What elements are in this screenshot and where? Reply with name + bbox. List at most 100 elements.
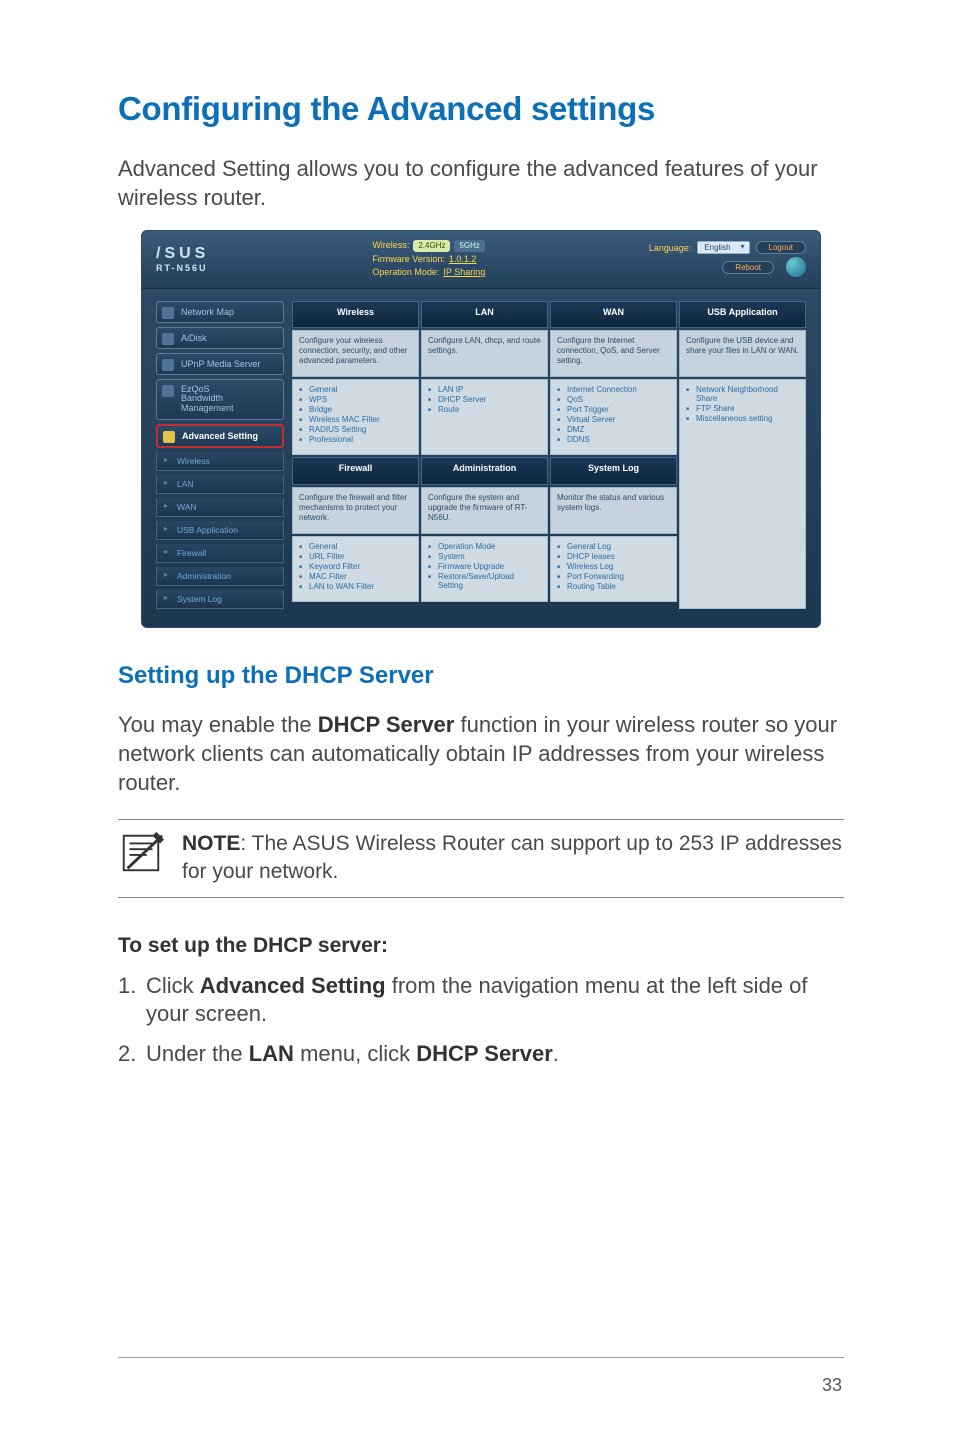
globe-icon[interactable] xyxy=(786,257,806,277)
firmware-label: Firmware Version: xyxy=(372,253,445,267)
sidebar: Network Map AiDisk UPnP Media Server EzQ… xyxy=(156,301,284,610)
firmware-link[interactable]: 1.0.1.2 xyxy=(449,253,477,267)
sidebar-sub-usb[interactable]: USB Application xyxy=(156,521,284,540)
link-item[interactable]: Routing Table xyxy=(557,582,670,591)
link-item[interactable]: Restore/Save/Upload Setting xyxy=(428,572,541,590)
note-sep: : xyxy=(240,832,251,855)
note-text: NOTE: The ASUS Wireless Router can suppo… xyxy=(182,830,844,885)
link-item[interactable]: Route xyxy=(428,405,541,414)
link-item[interactable]: DHCP leases xyxy=(557,552,670,561)
logout-button[interactable]: Logout xyxy=(756,241,806,254)
link-item[interactable]: Miscellaneous setting xyxy=(686,414,799,423)
band-5-badge[interactable]: 5GHz xyxy=(454,240,484,252)
brand-logo: /SUS RT-N56U xyxy=(156,246,209,272)
link-item[interactable]: Firmware Upgrade xyxy=(428,562,541,571)
link-item[interactable]: MAC Filter xyxy=(299,572,412,581)
col-head-syslog: System Log xyxy=(550,457,677,484)
link-item[interactable]: Professional xyxy=(299,435,412,444)
link-item[interactable]: Keyword Filter xyxy=(299,562,412,571)
link-item[interactable]: URL Filter xyxy=(299,552,412,561)
wireless-label: Wireless: xyxy=(372,239,409,253)
text-run: Click xyxy=(146,973,200,998)
header-right: Language: English Logout Reboot xyxy=(648,241,806,277)
sidebar-sub-wan[interactable]: WAN xyxy=(156,498,284,517)
link-item[interactable]: Virtual Server xyxy=(557,415,670,424)
sidebar-item-ezqos[interactable]: EzQoS Bandwidth Management xyxy=(156,379,284,421)
steps-heading: To set up the DHCP server: xyxy=(118,934,844,958)
sidebar-item-label: AiDisk xyxy=(181,333,207,343)
col-desc: Configure the system and upgrade the fir… xyxy=(421,487,548,534)
sidebar-item-network-map[interactable]: Network Map xyxy=(156,301,284,323)
col-body-syslog: General Log DHCP leases Wireless Log Por… xyxy=(550,536,677,602)
col-desc: Configure the firewall and filter mechan… xyxy=(292,487,419,534)
link-item[interactable]: System xyxy=(428,552,541,561)
link-item[interactable]: WPS xyxy=(299,395,412,404)
link-item[interactable]: FTP Share xyxy=(686,404,799,413)
col-desc: Configure the Internet connection, QoS, … xyxy=(550,330,677,377)
sidebar-item-label: Network Map xyxy=(181,307,234,317)
sidebar-item-advanced-setting[interactable]: Advanced Setting xyxy=(156,424,284,448)
reboot-button[interactable]: Reboot xyxy=(722,261,774,274)
link-item[interactable]: RADIUS Setting xyxy=(299,425,412,434)
link-item[interactable]: Port Trigger xyxy=(557,405,670,414)
sidebar-sub-lan[interactable]: LAN xyxy=(156,475,284,494)
sidebar-sub-admin[interactable]: Administration xyxy=(156,567,284,586)
text-run: . xyxy=(553,1041,559,1066)
link-item[interactable]: Port Forwarding xyxy=(557,572,670,581)
section-paragraph: You may enable the DHCP Server function … xyxy=(118,710,844,797)
model-text: RT-N56U xyxy=(156,264,209,273)
note-icon xyxy=(118,830,164,876)
sidebar-item-aidisk[interactable]: AiDisk xyxy=(156,327,284,349)
col-head-wireless: Wireless xyxy=(292,301,419,328)
note-box: NOTE: The ASUS Wireless Router can suppo… xyxy=(118,819,844,898)
link-item[interactable]: LAN IP xyxy=(428,385,541,394)
link-item[interactable]: DHCP Server xyxy=(428,395,541,404)
link-item[interactable]: Operation Mode xyxy=(428,542,541,551)
bold-term: DHCP Server xyxy=(318,712,455,737)
steps-list: Click Advanced Setting from the navigati… xyxy=(118,972,844,1068)
col-body-admin: Operation Mode System Firmware Upgrade R… xyxy=(421,536,548,602)
page-number: 33 xyxy=(822,1375,842,1396)
band-24-badge[interactable]: 2.4GHz xyxy=(413,240,450,252)
sidebar-item-label: Advanced Setting xyxy=(182,431,258,441)
bold-term: Advanced Setting xyxy=(200,973,386,998)
header-center: Wireless: 2.4GHz 5GHz Firmware Version: … xyxy=(372,239,485,280)
link-item[interactable]: DMZ xyxy=(557,425,670,434)
sidebar-item-upnp[interactable]: UPnP Media Server xyxy=(156,353,284,375)
opmode-link[interactable]: IP Sharing xyxy=(443,266,485,280)
col-desc: Configure the USB device and share your … xyxy=(679,330,806,377)
step-item: Click Advanced Setting from the navigati… xyxy=(118,972,844,1028)
link-item[interactable]: DDNS xyxy=(557,435,670,444)
col-desc: Configure LAN, dhcp, and route settings. xyxy=(421,330,548,377)
link-item[interactable]: Wireless Log xyxy=(557,562,670,571)
link-item[interactable]: Network Neighborhood Share xyxy=(686,385,799,403)
link-item[interactable]: Bridge xyxy=(299,405,412,414)
document-page: Configuring the Advanced settings Advanc… xyxy=(0,0,954,1438)
col-desc: Configure your wireless connection, secu… xyxy=(292,330,419,377)
sidebar-sub-syslog[interactable]: System Log xyxy=(156,590,284,609)
col-body-usb: Network Neighborhood Share FTP Share Mis… xyxy=(679,379,806,609)
col-head-firewall: Firewall xyxy=(292,457,419,484)
link-item[interactable]: General xyxy=(299,385,412,394)
opmode-label: Operation Mode: xyxy=(372,266,439,280)
screenshot-figure: /SUS RT-N56U Wireless: 2.4GHz 5GHz Firmw… xyxy=(118,230,844,628)
intro-paragraph: Advanced Setting allows you to configure… xyxy=(118,154,844,212)
sidebar-sub-firewall[interactable]: Firewall xyxy=(156,544,284,563)
col-body-wireless: General WPS Bridge Wireless MAC Filter R… xyxy=(292,379,419,455)
bold-term: DHCP Server xyxy=(416,1041,553,1066)
link-item[interactable]: LAN to WAN Filter xyxy=(299,582,412,591)
bold-term: LAN xyxy=(249,1041,294,1066)
link-item[interactable]: Internet Connection xyxy=(557,385,670,394)
note-label: NOTE xyxy=(182,832,240,855)
sidebar-item-label: EzQoS Bandwidth Management xyxy=(181,384,234,414)
col-desc: Monitor the status and various system lo… xyxy=(550,487,677,534)
link-item[interactable]: General Log xyxy=(557,542,670,551)
col-head-usb: USB Application xyxy=(679,301,806,328)
sidebar-sub-wireless[interactable]: Wireless xyxy=(156,452,284,471)
link-item[interactable]: General xyxy=(299,542,412,551)
link-item[interactable]: QoS xyxy=(557,395,670,404)
col-head-admin: Administration xyxy=(421,457,548,484)
note-body: The ASUS Wireless Router can support up … xyxy=(182,832,842,882)
language-select[interactable]: English xyxy=(697,241,749,254)
link-item[interactable]: Wireless MAC Filter xyxy=(299,415,412,424)
